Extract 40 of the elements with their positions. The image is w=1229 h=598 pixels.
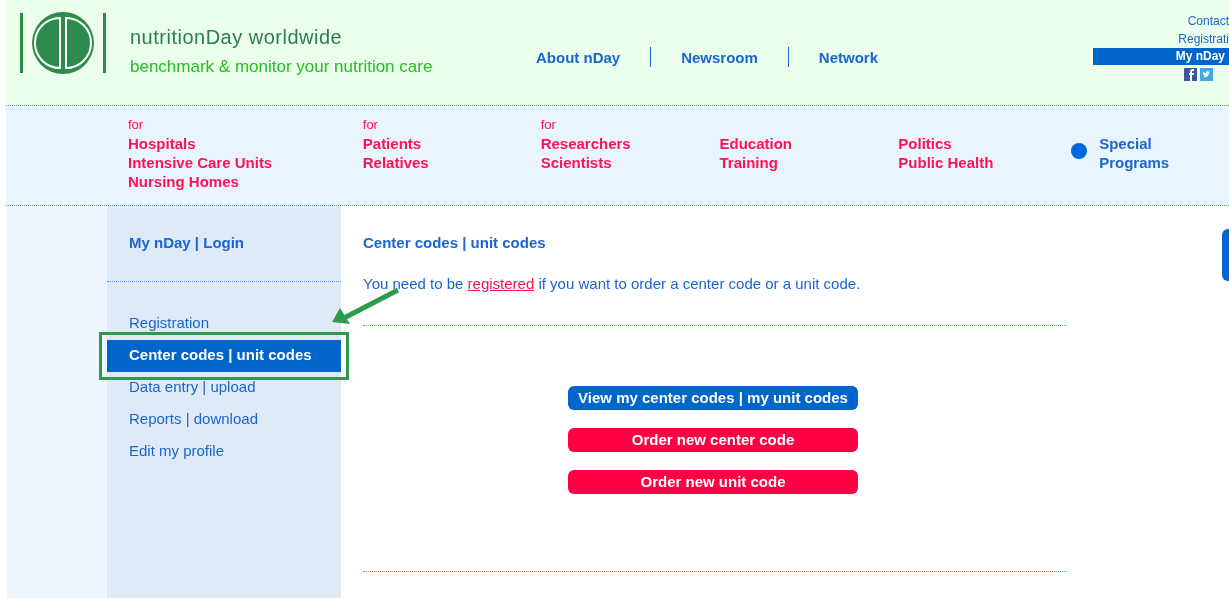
nav-link[interactable]: About nDay [536,47,621,70]
audience-link[interactable]: Public Health [898,153,994,172]
sidebar-item[interactable]: Registration [107,307,341,340]
audience-prefix: for [362,116,379,134]
action-button[interactable]: Order new center code [568,428,858,452]
register-link[interactable]: registered [467,274,535,292]
audience-link[interactable]: Education [719,134,792,153]
audience-prefix: for [540,116,557,134]
audience-link[interactable]: Nursing Homes [128,172,273,191]
audience-link[interactable]: Researchers [540,134,631,153]
audience-prefix: for [128,116,145,134]
sidebar-heading: My nDay | Login [128,233,246,253]
register-notice: You need to be registered if you want to order a center code or a unit code. [363,273,862,294]
logo-icon [20,10,106,76]
sidebar-item[interactable]: Reports | download [107,403,341,436]
nav-link[interactable]: Network [818,47,879,70]
facebook-icon[interactable] [1184,68,1197,81]
audience-link[interactable]: Scientists [540,153,631,172]
utility-link[interactable]: Contact [1187,12,1229,30]
site-tagline: benchmark & monitor your nutrition care [130,56,434,78]
audience-link[interactable]: Training [719,153,792,172]
audience-link[interactable]: Intensive Care Units [128,153,273,172]
audience-link[interactable]: Politics [898,134,994,153]
utility-link[interactable]: My nDay [1093,48,1229,65]
annotation-arrow [330,288,400,324]
sidebar-item[interactable]: Edit my profile [107,435,341,468]
site-title: nutritionDay worldwide [130,25,344,50]
sidebar-item[interactable]: Center codes | unit codes [107,339,341,372]
page-title: Center codes | unit codes [363,233,547,253]
audience-link[interactable]: Special [1099,134,1170,153]
utility-link[interactable]: Registrati [1178,30,1229,48]
action-button[interactable]: View my center codes | my unit codes [568,386,858,410]
audience-link[interactable]: Hospitals [128,134,273,153]
action-button[interactable]: Order new unit code [568,470,858,494]
side-tab[interactable] [1222,229,1229,281]
nav-link[interactable]: Newsroom [681,47,758,70]
audience-link[interactable]: Programs [1099,153,1170,172]
audience-link[interactable]: Patients [362,134,429,153]
audience-link[interactable]: Relatives [362,153,429,172]
sidebar-item[interactable]: Data entry | upload [107,371,341,404]
